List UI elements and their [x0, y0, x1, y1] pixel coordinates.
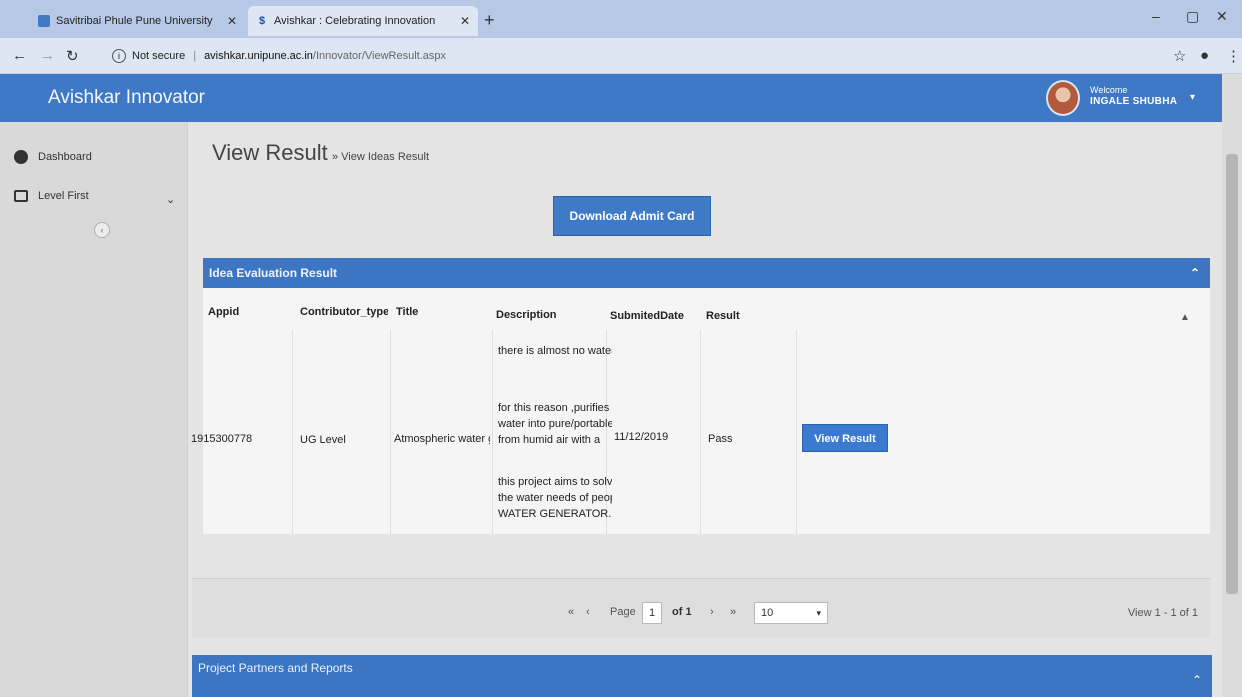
close-icon[interactable]: ✕ — [460, 14, 470, 28]
caret-down-icon[interactable]: ▾ — [1190, 92, 1195, 103]
cell-submitted-date: 11/12/2019 — [614, 431, 669, 443]
app-brand[interactable]: Avishkar Innovator — [48, 87, 205, 109]
forward-arrow-icon[interactable]: → — [40, 47, 55, 64]
description-line: water into pure/portable — [498, 418, 612, 430]
view-result-button[interactable]: View Result — [802, 424, 888, 452]
sidebar: Dashboard Level First ⌄ ‹ — [0, 122, 188, 697]
partners-panel-header: Project Partners and Reports ⌃ — [192, 655, 1212, 697]
cell-result: Pass — [708, 433, 733, 445]
monitor-icon — [14, 190, 28, 202]
next-page-icon[interactable]: › — [710, 606, 714, 618]
page-scrollbar[interactable] — [1222, 74, 1242, 697]
url-field[interactable]: i Not secure | avishkar.unipune.ac.in /I… — [112, 44, 1142, 68]
column-header-appid[interactable]: Appid — [208, 306, 239, 318]
address-bar: ← → ↻ i Not secure | avishkar.unipune.ac… — [0, 38, 1242, 74]
username: INGALE SHUBHA — [1090, 96, 1178, 107]
chevron-down-icon[interactable]: ⌄ — [166, 193, 175, 206]
window-close-icon[interactable]: ✕ — [1216, 8, 1228, 25]
first-page-icon[interactable]: « — [568, 606, 574, 618]
collapse-sidebar-icon[interactable]: ‹ — [94, 222, 110, 238]
download-admit-card-button[interactable]: Download Admit Card — [553, 196, 711, 236]
app-header: Avishkar Innovator Welcome INGALE SHUBHA… — [0, 74, 1222, 122]
avatar[interactable] — [1046, 80, 1080, 116]
results-panel-title: Idea Evaluation Result — [209, 266, 338, 280]
column-divider — [292, 330, 293, 534]
security-label: Not secure — [132, 50, 186, 62]
url-host: avishkar.unipune.ac.in — [204, 50, 313, 62]
column-divider — [492, 330, 493, 534]
url-path: /Innovator/ViewResult.aspx — [312, 50, 447, 62]
page-size-value: 10 — [761, 607, 774, 619]
column-header-title[interactable]: Title — [396, 306, 418, 318]
column-divider — [390, 330, 391, 534]
description-line: this project aims to solve — [498, 476, 612, 488]
cell-appid: 1915300778 — [191, 433, 253, 445]
column-divider — [700, 330, 701, 534]
tab-title: Avishkar : Celebrating Innovation — [274, 15, 436, 27]
user-menu[interactable]: Welcome INGALE SHUBHA — [1090, 84, 1177, 108]
pagination-bar: « ‹ Page 1 of 1 › » 10 ▾ View 1 - 1 of 1 — [192, 578, 1210, 638]
chevron-up-icon[interactable]: ⌃ — [1190, 258, 1200, 288]
page-total: of 1 — [672, 606, 692, 618]
dashboard-icon — [14, 150, 28, 164]
description-line: WATER GENERATOR. — [498, 508, 612, 520]
sidebar-item-label: Level First — [38, 190, 89, 202]
page-title: View Result — [212, 140, 328, 165]
sidebar-item-level-first[interactable]: Level First — [14, 190, 89, 202]
info-icon[interactable]: i — [112, 49, 126, 63]
column-divider — [796, 330, 797, 534]
browser-tab-university[interactable]: Savitribai Phule Pune University ✕ — [30, 6, 245, 36]
sort-icon[interactable]: ▲ — [1180, 312, 1190, 323]
cell-title: Atmospheric water generator — [394, 433, 490, 445]
results-panel-header: Idea Evaluation Result ⌃ — [203, 258, 1210, 288]
page-number-input[interactable]: 1 — [642, 602, 663, 624]
new-tab-icon[interactable]: + — [484, 10, 495, 31]
sidebar-item-dashboard[interactable]: Dashboard — [14, 150, 92, 164]
description-line: for this reason ,purifies — [498, 402, 610, 414]
column-header-result[interactable]: Result — [706, 310, 740, 322]
university-favicon-icon — [38, 15, 50, 27]
welcome-label: Welcome — [1090, 85, 1128, 95]
bookmark-star-icon[interactable]: ☆ — [1173, 47, 1186, 65]
previous-page-icon[interactable]: ‹ — [586, 606, 590, 618]
scrollbar-thumb[interactable] — [1226, 154, 1238, 594]
back-arrow-icon[interactable]: ← — [12, 47, 27, 64]
results-table — [203, 288, 1210, 534]
browser-tab-avishkar[interactable]: $ Avishkar : Celebrating Innovation ✕ — [248, 6, 478, 36]
column-header-submitted-date[interactable]: SubmitedDate — [610, 310, 684, 322]
page-label: Page — [610, 606, 636, 618]
page-size-select[interactable]: 10 ▾ — [754, 602, 828, 624]
last-page-icon[interactable]: » — [730, 606, 736, 618]
browser-tab-strip: Savitribai Phule Pune University ✕ $ Avi… — [0, 0, 1242, 38]
minimize-icon[interactable]: – — [1152, 8, 1160, 24]
sidebar-item-label: Dashboard — [38, 151, 92, 163]
more-menu-icon[interactable]: ⋮ — [1226, 47, 1241, 65]
record-count: View 1 - 1 of 1 — [1127, 607, 1198, 619]
cell-contributor-type: UG Level — [300, 434, 346, 446]
tab-title: Savitribai Phule Pune University — [56, 15, 213, 27]
column-header-description[interactable]: Description — [496, 309, 557, 321]
caret-down-icon: ▾ — [816, 608, 821, 618]
description-line: from humid air with a — [498, 434, 601, 446]
reload-icon[interactable]: ↻ — [66, 47, 79, 65]
avishkar-favicon-icon: $ — [258, 15, 266, 27]
description-line: the water needs of people — [498, 492, 612, 504]
close-icon[interactable]: ✕ — [227, 14, 237, 28]
maximize-icon[interactable]: ▢ — [1186, 8, 1199, 25]
partners-panel-title: Project Partners and Reports — [198, 661, 353, 675]
url-separator: | — [193, 50, 197, 62]
chevron-up-icon[interactable]: ⌃ — [1192, 667, 1202, 693]
breadcrumb: » View Ideas Result — [332, 151, 430, 163]
profile-icon[interactable]: ● — [1200, 47, 1209, 64]
column-header-contributor-type[interactable]: Contributor_type — [300, 306, 388, 318]
description-line: there is almost no water — [498, 345, 612, 357]
